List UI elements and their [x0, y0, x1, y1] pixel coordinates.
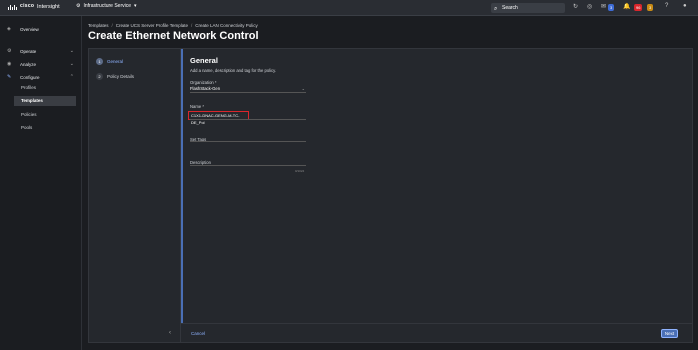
- chevron-down-icon: ⌄: [69, 48, 74, 54]
- sidebar-item-policies[interactable]: Policies: [14, 110, 76, 120]
- breadcrumb-item[interactable]: Create LAN Connectivity Policy: [195, 23, 258, 28]
- help-icon[interactable]: ?: [665, 3, 668, 9]
- next-button[interactable]: Next: [661, 329, 678, 338]
- description-textarea[interactable]: [190, 165, 306, 166]
- sidebar-item-label: Configure: [20, 75, 40, 80]
- cisco-logo-icon: [8, 4, 18, 10]
- chevron-down-icon: ⌄: [69, 61, 74, 67]
- bell-icon[interactable]: 🔔: [623, 3, 630, 10]
- chevron-down-icon: ▾: [134, 3, 137, 9]
- alarms-warning-badge[interactable]: 3: [647, 4, 654, 11]
- step-label: General: [107, 59, 124, 64]
- breadcrumb: Templates / Create UCS Server Profile Temp…: [88, 23, 258, 28]
- announcement-icon[interactable]: ✉: [601, 3, 606, 10]
- refresh-icon[interactable]: ↻: [573, 3, 578, 10]
- top-bar: cisco Intersight ⚙ Infrastructure Servic…: [0, 0, 698, 16]
- user-icon[interactable]: ●: [683, 3, 687, 9]
- sidebar-item-analyze[interactable]: ◉ Analyze ⌄: [0, 59, 82, 70]
- search-icon: ⌕: [494, 6, 498, 12]
- app-name: Intersight: [37, 4, 60, 10]
- dashboard-icon: ◈: [7, 26, 11, 32]
- organization-value: FlashStack-Gen: [190, 86, 221, 91]
- chevron-up-icon: ⌃: [69, 74, 74, 80]
- sidebar: ◈ Overview ⚙ Operate ⌄ ◉ Analyze ⌄ ✎ Con…: [0, 16, 82, 350]
- alarms-critical-badge[interactable]: 96: [634, 4, 643, 11]
- wizard-footer: Cancel Next: [181, 323, 692, 342]
- set-tags-input[interactable]: [190, 141, 306, 142]
- name-field-underline: [190, 119, 306, 120]
- wizard-steps: 1 General 2 Policy Details ‹: [89, 49, 181, 342]
- organization-select[interactable]: FlashStack-Gen ⌄: [190, 86, 306, 93]
- form-title: General: [190, 56, 218, 65]
- breadcrumb-item[interactable]: Templates: [88, 23, 109, 28]
- form-subtitle: Add a name, description and tag for the …: [190, 68, 277, 73]
- step-label: Policy Details: [107, 74, 135, 79]
- sidebar-item-configure[interactable]: ✎ Configure ⌃: [0, 72, 82, 83]
- search-label: Search: [502, 5, 518, 11]
- service-selector[interactable]: ⚙ Infrastructure Service ▾: [76, 3, 137, 9]
- sidebar-item-operate[interactable]: ⚙ Operate ⌄: [0, 46, 82, 57]
- wizard-panel: 1 General 2 Policy Details ‹ General Add…: [88, 48, 693, 343]
- sidebar-item-label: Analyze: [20, 62, 37, 67]
- step-number: 1: [96, 58, 103, 65]
- service-icon: ⚙: [76, 3, 81, 9]
- page-title: Create Ethernet Network Control: [88, 30, 259, 42]
- sidebar-item-overview[interactable]: ◈ Overview: [0, 24, 82, 35]
- sidebar-item-label: Operate: [20, 49, 37, 54]
- alerts-badge[interactable]: 3: [608, 4, 615, 11]
- breadcrumb-item[interactable]: Create UCS Server Profile Template: [116, 23, 188, 28]
- operate-icon: ⚙: [7, 48, 12, 54]
- wrench-icon: ✎: [7, 74, 12, 80]
- analyze-icon: ◉: [7, 61, 12, 67]
- search-input[interactable]: ⌕ Search: [491, 3, 565, 13]
- sidebar-item-profiles[interactable]: Profiles: [14, 83, 76, 93]
- collapse-left-icon[interactable]: ‹: [169, 330, 171, 336]
- step-number: 2: [96, 73, 103, 80]
- sidebar-item-pools[interactable]: Pools: [14, 123, 76, 133]
- chevron-down-icon: ⌄: [301, 86, 305, 91]
- general-form: General Add a name, description and tag …: [181, 49, 692, 323]
- description-counter: 0/1024: [295, 169, 305, 173]
- brand-logo-text: cisco: [20, 3, 35, 9]
- cancel-button[interactable]: Cancel: [191, 331, 205, 336]
- sidebar-item-templates[interactable]: Templates: [14, 96, 76, 106]
- organization-label: Organization *: [190, 80, 217, 85]
- service-label: Infrastructure Service: [83, 3, 132, 9]
- check-circle-icon[interactable]: ◎: [587, 3, 592, 10]
- sidebar-item-label: Overview: [20, 27, 39, 32]
- name-label: Name *: [190, 104, 204, 109]
